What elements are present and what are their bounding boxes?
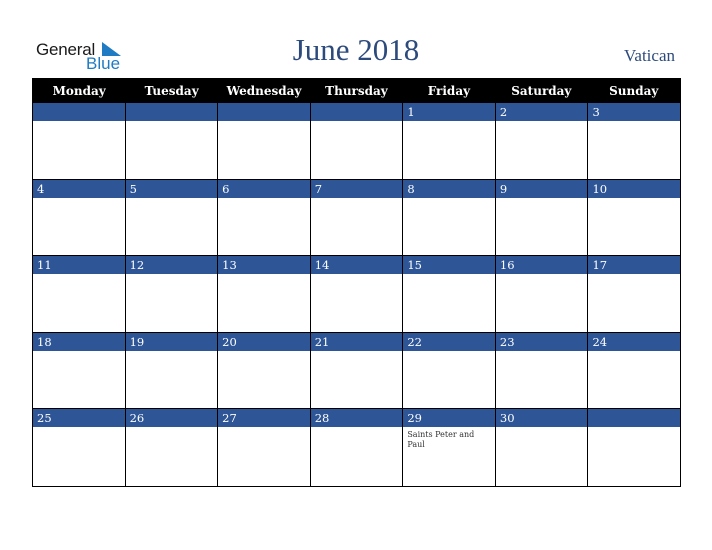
holiday-label: Saints Peter and Paul [407, 430, 475, 450]
day-number: 26 [125, 409, 218, 428]
day-cell[interactable] [33, 103, 126, 180]
day-number: 28 [310, 409, 403, 428]
day-number: 13 [218, 256, 310, 275]
weekday-wednesday: Wednesday [226, 84, 302, 98]
day-cell[interactable]: 6 [218, 179, 311, 257]
weeks-container: 1 2 3 4 5 6 7 8 9 10 11 12 13 14 15 16 17 18 19 20 21 22 23 24 2… [33, 103, 681, 486]
calendar-grid: Monday Tuesday Wednesday Thursday Friday… [32, 78, 681, 487]
day-cell[interactable]: 10 [588, 179, 681, 257]
day-number [33, 103, 125, 121]
weekday-monday: Monday [52, 84, 106, 98]
day-number: 6 [218, 179, 310, 198]
day-number: 18 [33, 332, 125, 351]
day-cell[interactable]: 25 [33, 409, 126, 486]
day-cell[interactable] [310, 103, 404, 180]
day-number: 1 [403, 103, 495, 121]
week-row: 25 26 27 28 29 Saints Peter and Paul 30 [33, 409, 681, 486]
day-number: 24 [588, 332, 681, 351]
day-cell[interactable] [218, 103, 311, 180]
day-number [125, 103, 218, 121]
day-cell[interactable]: 28 [310, 409, 404, 486]
weekday-tuesday: Tuesday [144, 84, 199, 98]
weekday-thursday: Thursday [325, 84, 388, 98]
weekday-friday: Friday [427, 84, 471, 98]
day-cell[interactable]: 12 [125, 256, 219, 333]
day-number: 8 [403, 179, 495, 198]
day-cell[interactable]: 5 [125, 179, 219, 257]
day-cell[interactable]: 17 [588, 256, 681, 333]
day-number: 17 [588, 256, 681, 275]
day-number: 20 [218, 332, 310, 351]
day-cell[interactable]: 29 Saints Peter and Paul [403, 409, 496, 486]
day-number: 22 [403, 332, 495, 351]
day-cell[interactable]: 23 [495, 332, 589, 410]
calendar-title: June 2018 [292, 32, 420, 67]
week-row: 18 19 20 21 22 23 24 [33, 332, 681, 410]
day-number: 21 [310, 332, 403, 351]
weekday-saturday: Saturday [511, 84, 572, 98]
day-number: 3 [588, 103, 681, 121]
day-cell[interactable]: 16 [495, 256, 589, 333]
day-number: 12 [125, 256, 218, 275]
day-cell[interactable]: 15 [403, 256, 496, 333]
day-cell[interactable]: 2 [495, 103, 589, 180]
weekday-sunday: Sunday [609, 84, 659, 98]
day-number: 15 [403, 256, 495, 275]
day-cell[interactable]: 24 [588, 332, 681, 410]
day-number: 30 [495, 409, 588, 428]
day-cell[interactable]: 30 [495, 409, 589, 486]
day-cell[interactable] [125, 103, 219, 180]
week-row: 11 12 13 14 15 16 17 [33, 256, 681, 333]
day-number: 10 [588, 179, 681, 198]
day-cell[interactable]: 7 [310, 179, 404, 257]
day-number: 9 [495, 179, 588, 198]
day-cell[interactable]: 20 [218, 332, 311, 410]
day-number [218, 103, 310, 121]
day-cell[interactable]: 21 [310, 332, 404, 410]
day-cell[interactable]: 18 [33, 332, 126, 410]
day-cell[interactable]: 27 [218, 409, 311, 486]
day-cell[interactable]: 13 [218, 256, 311, 333]
day-cell[interactable]: 4 [33, 179, 126, 257]
day-number: 4 [33, 179, 125, 198]
day-cell[interactable]: 19 [125, 332, 219, 410]
day-cell[interactable]: 3 [588, 103, 681, 180]
day-number [310, 103, 403, 121]
day-cell[interactable]: 11 [33, 256, 126, 333]
day-number: 23 [495, 332, 588, 351]
day-number: 16 [495, 256, 588, 275]
day-number: 2 [495, 103, 588, 121]
day-number: 11 [33, 256, 125, 275]
day-number: 25 [33, 409, 125, 428]
day-number: 7 [310, 179, 403, 198]
day-number: 14 [310, 256, 403, 275]
day-number: 19 [125, 332, 218, 351]
day-number: 5 [125, 179, 218, 198]
weekday-header-row: Monday Tuesday Wednesday Thursday Friday… [33, 79, 680, 103]
day-number: 29 [403, 409, 495, 428]
country-label: Vatican [624, 46, 675, 65]
day-number: 27 [218, 409, 310, 428]
day-cell[interactable]: 9 [495, 179, 589, 257]
week-row: 123 [33, 103, 681, 180]
day-cell[interactable] [588, 409, 681, 486]
day-cell[interactable]: 8 [403, 179, 496, 257]
day-number [588, 409, 681, 428]
day-cell[interactable]: 22 [403, 332, 496, 410]
week-row: 4 5 6 7 8 9 10 [33, 179, 681, 257]
day-cell[interactable]: 1 [403, 103, 496, 180]
day-cell[interactable]: 14 [310, 256, 404, 333]
day-cell[interactable]: 26 [125, 409, 219, 486]
